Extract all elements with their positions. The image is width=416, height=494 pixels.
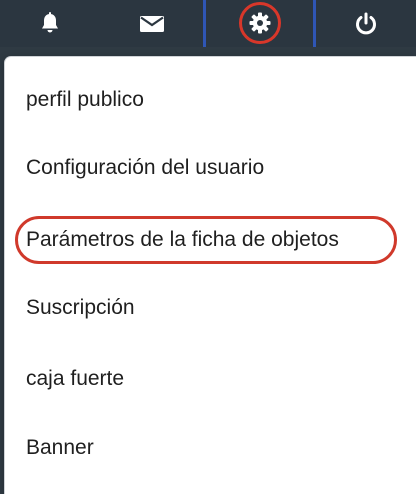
menu-item-public-profile[interactable]: perfil publico	[26, 85, 144, 115]
menu-item-listing-parameters[interactable]: Parámetros de la ficha de objetos	[26, 225, 339, 255]
menu-item-safe-box[interactable]: caja fuerte	[26, 364, 124, 394]
notifications-button[interactable]	[0, 0, 100, 47]
logout-button[interactable]	[316, 0, 416, 47]
settings-button[interactable]	[203, 0, 316, 47]
mail-icon	[139, 15, 164, 32]
settings-highlight-ring	[238, 1, 281, 44]
menu-item-banner[interactable]: Banner	[26, 433, 94, 463]
power-icon	[356, 12, 376, 34]
bell-icon	[42, 11, 58, 32]
top-nav-bar	[0, 0, 416, 47]
gear-icon	[249, 12, 270, 33]
settings-dropdown-menu: perfil publico Configuración del usuario…	[4, 56, 416, 494]
messages-button[interactable]	[100, 0, 203, 47]
menu-item-user-settings[interactable]: Configuración del usuario	[26, 153, 264, 183]
menu-item-subscription[interactable]: Suscripción	[26, 293, 135, 323]
